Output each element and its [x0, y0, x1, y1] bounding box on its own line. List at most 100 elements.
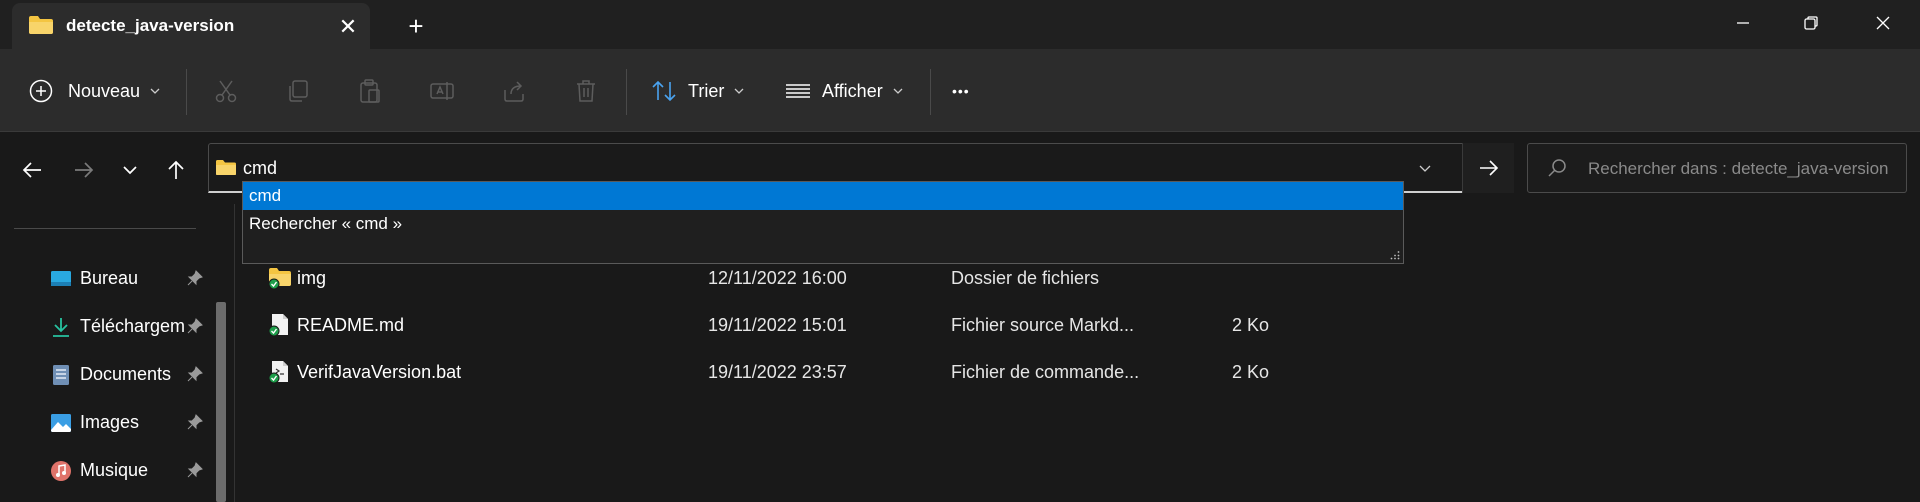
- chevron-down-icon: [150, 88, 160, 94]
- music-icon: [51, 461, 71, 481]
- back-button[interactable]: [14, 152, 50, 188]
- sidebar-item-label: Bureau: [80, 268, 139, 288]
- cut-icon: [215, 80, 237, 103]
- file-row-img[interactable]: img 12/11/2022 16:00 Dossier de fichiers: [264, 259, 1664, 297]
- sidebar-item-musique[interactable]: Musique: [50, 454, 210, 486]
- address-input[interactable]: cmd: [243, 158, 277, 179]
- search-box[interactable]: Rechercher dans : detecte_java-version: [1527, 143, 1907, 193]
- rename-icon: [430, 82, 454, 100]
- chevron-down-icon: [123, 166, 137, 175]
- cut-button[interactable]: [210, 75, 242, 107]
- suggestion-search-cmd[interactable]: Rechercher « cmd »: [243, 210, 1403, 238]
- chevron-down-icon: [893, 88, 903, 94]
- add-circle-icon: [29, 79, 53, 103]
- pin-icon[interactable]: [186, 269, 204, 287]
- more-options-button[interactable]: •••: [952, 71, 970, 111]
- paste-icon: [360, 79, 380, 103]
- go-button[interactable]: [1462, 143, 1514, 193]
- sidebar-item-label: Images: [80, 412, 140, 432]
- close-tab-button[interactable]: ✕: [334, 13, 362, 41]
- file-modified: 19/11/2022 15:01: [708, 315, 847, 335]
- suggestion-cmd[interactable]: cmd: [243, 182, 1403, 210]
- toolbar-divider: [186, 69, 187, 115]
- new-button[interactable]: Nouveau: [28, 71, 160, 111]
- sidebar-item-bureau[interactable]: Bureau: [50, 262, 210, 294]
- pin-icon[interactable]: [186, 365, 204, 383]
- sidebar-item-telechargements[interactable]: Téléchargements: [50, 310, 210, 342]
- file-type: Fichier de commande...: [951, 362, 1140, 382]
- file-row-verifjavaversion[interactable]: VerifJavaVersion.bat 19/11/2022 23:57 Fi…: [264, 353, 1664, 391]
- pictures-icon: [51, 414, 71, 432]
- file-size: 2 Ko: [1232, 362, 1270, 382]
- file-name: img: [297, 268, 327, 288]
- tab-title: detecte_java-version: [66, 16, 235, 35]
- title-bar: detecte_java-version ✕ +: [0, 0, 1920, 49]
- arrow-up-icon: [168, 160, 184, 179]
- sidebar-item-documents[interactable]: Documents: [50, 358, 210, 390]
- folder-icon: [29, 16, 53, 34]
- sort-icon: [652, 80, 676, 102]
- file-name: README.md: [297, 315, 405, 335]
- desktop-icon: [51, 271, 71, 286]
- view-button[interactable]: Afficher: [784, 71, 903, 111]
- sort-button-label: Trier: [688, 80, 725, 101]
- forward-button[interactable]: [66, 152, 102, 188]
- sidebar-item-images[interactable]: Images: [50, 406, 210, 438]
- sort-button[interactable]: Trier: [650, 71, 744, 111]
- pin-icon[interactable]: [186, 413, 204, 431]
- view-list-icon: [786, 84, 810, 98]
- file-row-readme[interactable]: README.md 19/11/2022 15:01 Fichier sourc…: [264, 306, 1664, 344]
- close-window-button[interactable]: [1860, 8, 1906, 38]
- minimize-button[interactable]: [1720, 8, 1766, 38]
- view-button-label: Afficher: [822, 80, 883, 101]
- tab-detecte-java-version[interactable]: detecte_java-version ✕: [12, 3, 370, 49]
- trash-icon: [577, 80, 595, 102]
- file-name: VerifJavaVersion.bat: [297, 362, 462, 382]
- resize-grip-icon[interactable]: [1390, 250, 1400, 260]
- delete-button[interactable]: [570, 75, 602, 107]
- new-button-label: Nouveau: [68, 80, 141, 101]
- sidebar-item-label: Musique: [80, 460, 149, 480]
- recent-locations-button[interactable]: [112, 152, 148, 188]
- file-icon: [268, 361, 288, 384]
- documents-icon: [53, 365, 69, 385]
- file-size: 2 Ko: [1232, 315, 1270, 335]
- pin-icon[interactable]: [186, 317, 204, 335]
- paste-button[interactable]: [354, 75, 386, 107]
- sidebar-item-label: Documents: [80, 364, 172, 384]
- arrow-left-icon: [22, 162, 41, 178]
- file-type: Fichier source Markd...: [951, 315, 1135, 335]
- close-icon: [1876, 16, 1890, 30]
- search-icon: [1548, 159, 1566, 177]
- command-bar: Nouveau Trier Afficher •••: [0, 49, 1920, 132]
- up-button[interactable]: [158, 152, 194, 188]
- rename-button[interactable]: [426, 75, 458, 107]
- file-icon: [268, 314, 288, 337]
- download-icon: [53, 318, 69, 337]
- sidebar-item-label: Téléchargements: [80, 316, 185, 336]
- share-icon: [504, 81, 524, 102]
- arrow-right-icon: [1479, 160, 1498, 176]
- address-history-button[interactable]: [1413, 156, 1437, 180]
- sidebar-divider: [14, 228, 196, 229]
- copy-icon: [289, 80, 308, 102]
- chevron-down-icon: [1419, 165, 1431, 172]
- toolbar-divider: [930, 69, 931, 115]
- address-autocomplete-dropdown: cmd Rechercher « cmd »: [242, 181, 1404, 264]
- file-type: Dossier de fichiers: [951, 268, 1100, 288]
- share-button[interactable]: [498, 75, 530, 107]
- restore-button[interactable]: [1788, 8, 1834, 38]
- folder-icon: [268, 268, 291, 290]
- file-modified: 19/11/2022 23:57: [708, 362, 847, 382]
- pin-icon[interactable]: [186, 461, 204, 479]
- copy-button[interactable]: [282, 75, 314, 107]
- file-modified: 12/11/2022 16:00: [708, 268, 847, 288]
- minimize-icon: [1737, 22, 1749, 24]
- chevron-down-icon: [734, 88, 744, 94]
- sidebar-scrollbar[interactable]: [216, 302, 226, 502]
- folder-icon: [216, 160, 236, 175]
- search-placeholder: Rechercher dans : detecte_java-version: [1588, 159, 1889, 178]
- toolbar-divider: [626, 69, 627, 115]
- new-tab-button[interactable]: +: [400, 10, 432, 42]
- restore-icon: [1804, 16, 1818, 30]
